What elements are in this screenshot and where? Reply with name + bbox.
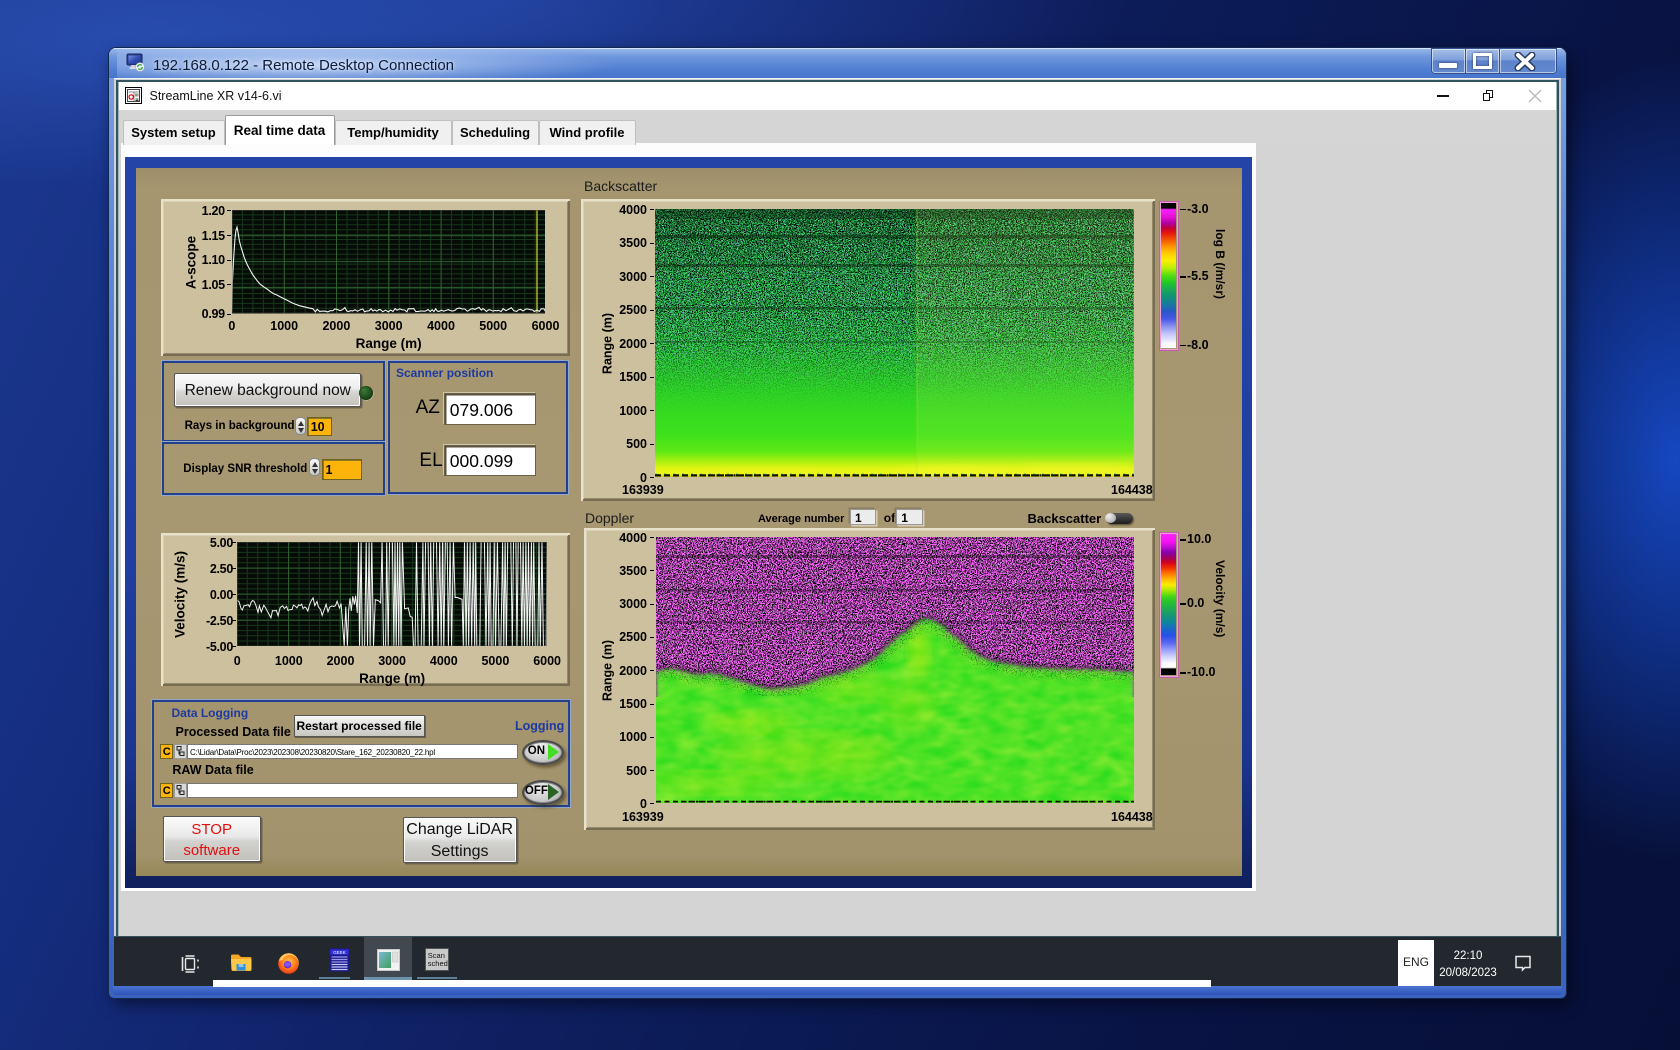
svg-text:GEEK: GEEK xyxy=(333,949,346,954)
